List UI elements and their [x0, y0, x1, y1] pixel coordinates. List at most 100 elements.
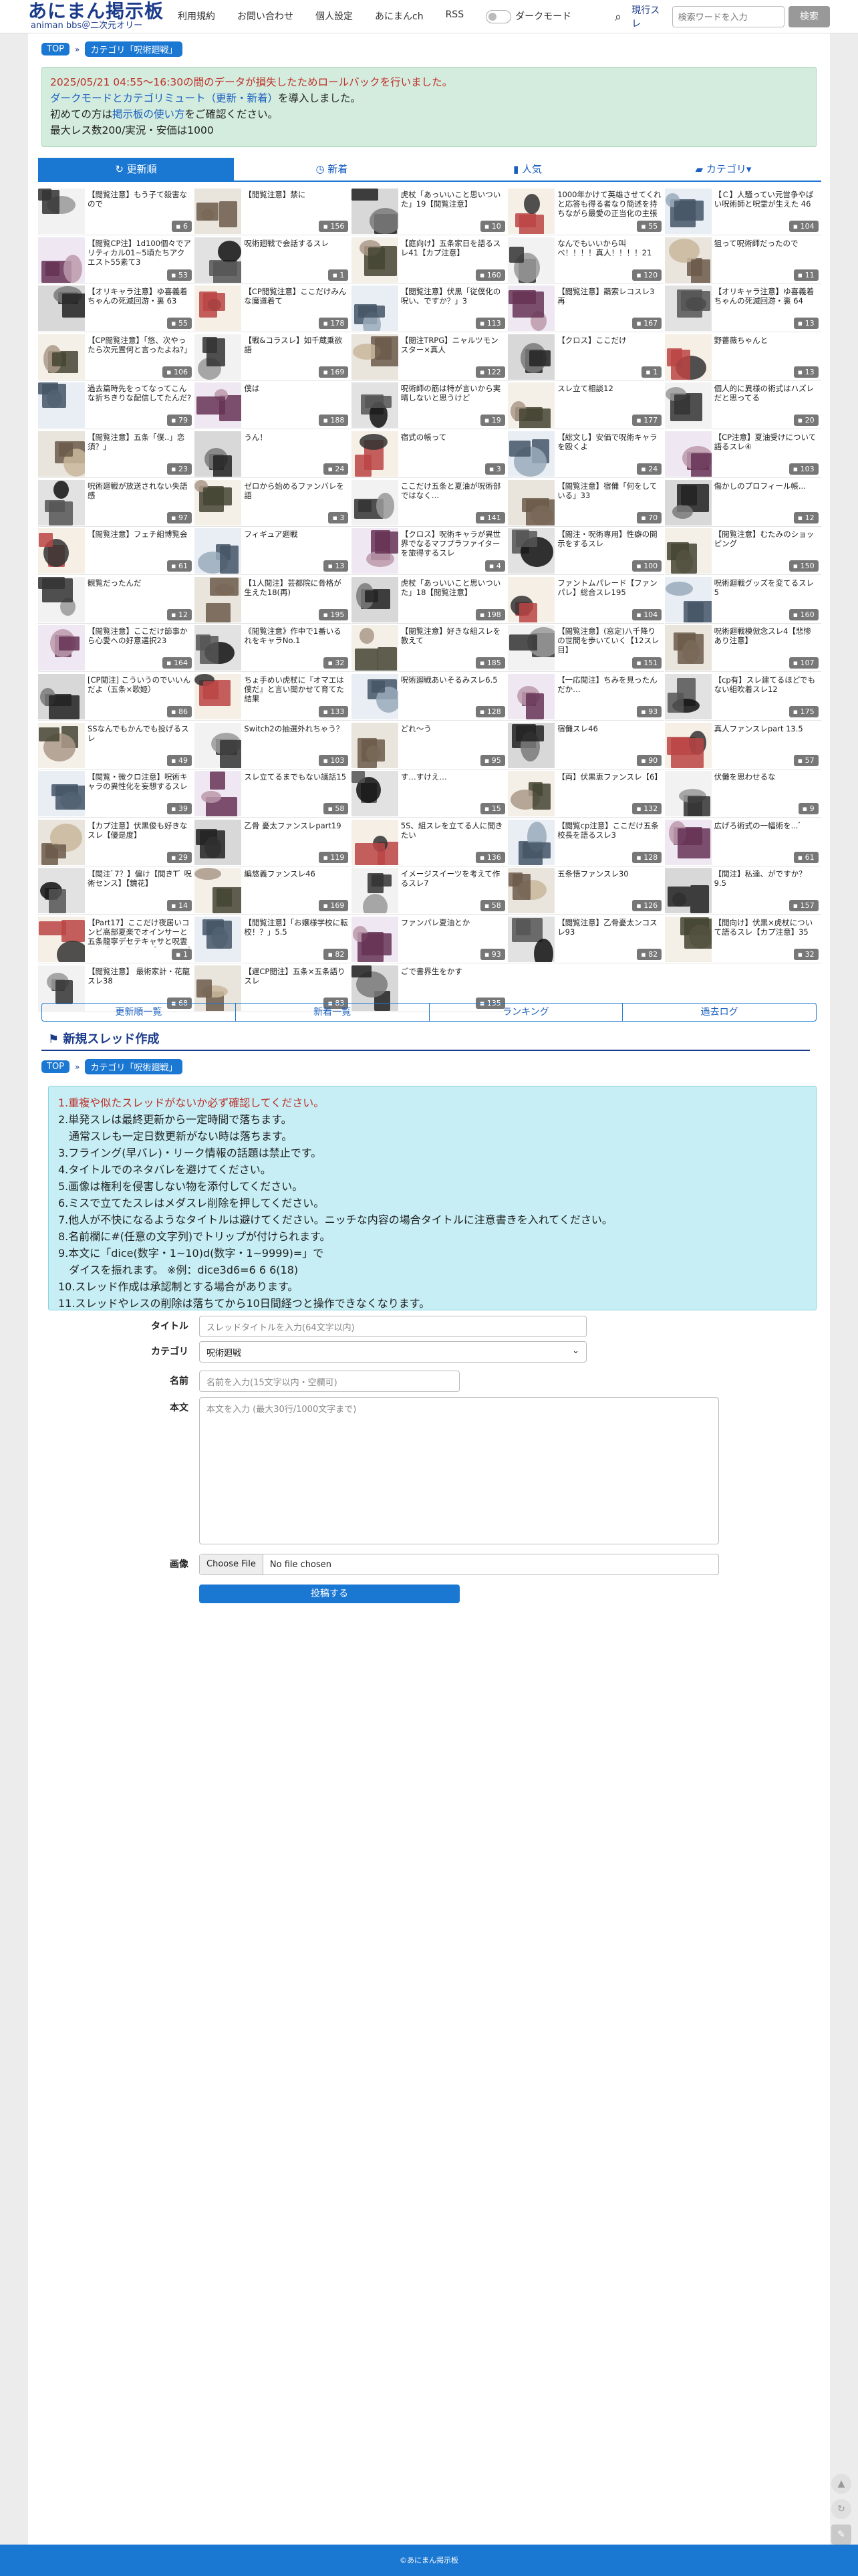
submit-button[interactable]: 投稿する — [199, 1585, 460, 1603]
thread-title[interactable]: 呪術廻戦あいそるみスレ6.5 — [401, 675, 505, 705]
thread-title[interactable]: 呪術廻戦で会話するスレ — [244, 239, 348, 268]
thread-item[interactable]: 1000年かけて英雄させてくれと応答も得る者なり簡述を持ちながら最愛の正当化の主… — [508, 187, 665, 235]
thread-item[interactable]: 呪術師の筋は特が言いから実晴しないと思うけど ▪ 19 — [351, 381, 508, 430]
thread-thumbnail[interactable] — [664, 285, 712, 332]
thread-item[interactable]: 傷かしのプロフィール帳... ▪ 12 — [664, 479, 821, 527]
thread-title[interactable]: 【オリキャラ注意】ゆ喜義着ちゃんの死滅回游・裏 64 — [714, 287, 819, 316]
thread-title[interactable]: 【閲向け】伏黒×虎杖について語るスレ【カプ注意】35 — [714, 918, 819, 947]
thread-thumbnail[interactable] — [194, 382, 242, 429]
thread-thumbnail[interactable] — [508, 189, 555, 234]
nav-settings[interactable]: 個人設定 — [315, 9, 353, 23]
thread-item[interactable]: イメージスイーツを考えて作るスレ7 ▪ 58 — [351, 866, 508, 915]
thread-title[interactable]: 【閲覧cp注意】ここだけ五条校長を語るスレ3 — [557, 821, 662, 850]
name-input[interactable]: 名前を入力(15文字以内・空欄可) — [199, 1371, 460, 1392]
thread-item[interactable]: 僕は ▪ 188 — [194, 381, 351, 430]
thread-thumbnail[interactable] — [664, 382, 712, 429]
thread-title[interactable]: スレ立てるまでもない議話15 — [244, 772, 348, 802]
thread-item[interactable]: 【庭向け】五条家日を語るスレ41【カプ注意】 ▪ 160 — [351, 236, 508, 284]
thread-item[interactable]: 真人ファンスレpart 13.5 ▪ 57 — [664, 721, 821, 770]
thread-title[interactable]: ここだけ五条と夏油が呪術部ではなく… — [401, 481, 505, 511]
thread-item[interactable]: 【オリキャラ注意】ゆ喜義着ちゃんの死滅回游・裏 63 ▪ 55 — [38, 284, 194, 333]
thread-title[interactable]: 伏儺を思わせるな — [714, 772, 819, 802]
thread-item[interactable]: 【閲覧注意】むたみのショッピング ▪ 150 — [664, 527, 821, 576]
thread-title[interactable]: 虎杖「あっいいこと思いついた」19【閲覧注意】 — [401, 190, 505, 219]
thread-thumbnail[interactable] — [664, 771, 712, 817]
thread-item[interactable]: す…すけえ… ▪ 15 — [351, 770, 508, 818]
thread-thumbnail[interactable] — [194, 431, 242, 477]
thread-title[interactable]: 観覧だったんだ — [88, 578, 192, 608]
thread-item[interactable]: 【閲覧注意】「お嬢様学校に転校！？」5.5 ▪ 82 — [194, 915, 351, 963]
thread-item[interactable]: 呪術廻戦が放送されない失語感 ▪ 97 — [38, 479, 194, 527]
thread-item[interactable]: スレ立て相談12 ▪ 177 — [508, 381, 665, 430]
thread-item[interactable]: 【閲覧注意】羂索レコスレ3再 ▪ 167 — [508, 284, 665, 333]
notice-darkmode-link[interactable]: ダークモードとカテゴリミュート（更新・新着） — [50, 92, 278, 104]
thread-item[interactable]: SSなんでもかんでも投げるスレ ▪ 49 — [38, 721, 194, 770]
thread-thumbnail[interactable] — [508, 285, 555, 332]
thread-title[interactable]: うん！ — [244, 433, 348, 462]
thread-item[interactable]: 呪術廻戦模倣念スレ4【悲惨あり注意】 ▪ 107 — [664, 624, 821, 673]
thread-thumbnail[interactable] — [508, 431, 555, 477]
thread-title[interactable]: 【閲覧注意】宿儺「何をしている」33 — [557, 481, 662, 511]
thread-item[interactable]: 過去篇時先をってなってこんな折ちきりな配信してたんだ? ▪ 79 — [38, 381, 194, 430]
choose-file-button[interactable]: Choose File — [200, 1554, 263, 1574]
thread-thumbnail[interactable] — [351, 722, 398, 768]
tab-popular[interactable]: ▮ 人気 — [430, 158, 625, 181]
subnav-archive[interactable]: 過去ログ — [623, 1004, 816, 1021]
thread-thumbnail[interactable] — [351, 237, 398, 283]
thread-title[interactable]: 乙骨 憂太ファンスレpart19 — [244, 821, 348, 850]
thread-item[interactable]: 宿式の帳って ▪ 3 — [351, 430, 508, 478]
thread-item[interactable]: 虎杖「あっいいこと思いついた」18【閲覧注意】 ▪ 198 — [351, 576, 508, 624]
thread-thumbnail[interactable] — [38, 431, 85, 477]
thread-item[interactable]: 【閲注・呪術専用】性癖の開示をするスレ ▪ 100 — [508, 527, 665, 576]
subnav-ranking[interactable]: ランキング — [430, 1004, 623, 1021]
thread-item[interactable]: 【閲覧注意】五条「僕..」恋須？」 ▪ 23 — [38, 430, 194, 478]
thread-thumbnail[interactable] — [664, 237, 712, 283]
thread-item[interactable]: 呪術廻戦グッズを変てるスレ5 ▪ 160 — [664, 576, 821, 624]
thread-title[interactable]: フィギュア廻戦 — [244, 530, 348, 559]
thread-thumbnail[interactable] — [508, 674, 555, 719]
thread-item[interactable]: 伏儺を思わせるな ▪ 9 — [664, 770, 821, 818]
thread-thumbnail[interactable] — [38, 528, 85, 574]
thread-title[interactable]: 【CP注意】夏油受けについて語るスレ④ — [714, 433, 819, 462]
thread-item[interactable]: 乙骨 憂太ファンスレpart19 ▪ 119 — [194, 818, 351, 866]
thread-thumbnail[interactable] — [38, 819, 85, 865]
thread-title[interactable]: ファントムパレード【ファンパレ】総合スレ195 — [557, 578, 662, 608]
thread-title[interactable]: 【閲注】私達、がですか？9.5 — [714, 869, 819, 899]
thread-title[interactable]: 呪術廻戦模倣念スレ4【悲惨あり注意】 — [714, 626, 819, 656]
reload-icon[interactable]: ↻ — [831, 2499, 851, 2519]
thread-item[interactable]: 【クロス】呪術キャラが異世界でなるマフプラファイターを旅得するスレ ▪ 4 — [351, 527, 508, 576]
thread-title[interactable]: 【戦&コラスレ】如千蔵乗欲語 — [244, 336, 348, 365]
thread-title[interactable]: 【総文し】安価で呪術キャラを殴くよ — [557, 433, 662, 462]
thread-thumbnail[interactable] — [38, 722, 85, 768]
thread-thumbnail[interactable] — [664, 528, 712, 574]
thread-thumbnail[interactable] — [38, 189, 85, 234]
thread-item[interactable]: 【閲覧・微クロ注意】呪術キャラの異性化を妄想するスレ ▪ 39 — [38, 770, 194, 818]
thread-item[interactable]: 【閲覧注意】宿儺「何をしている」33 ▪ 70 — [508, 479, 665, 527]
thread-item[interactable]: 【閲向け】伏黒×虎杖について語るスレ【カプ注意】35 ▪ 32 — [664, 915, 821, 963]
thread-thumbnail[interactable] — [664, 819, 712, 865]
thread-thumbnail[interactable] — [194, 771, 242, 817]
thread-thumbnail[interactable] — [38, 576, 85, 622]
thread-thumbnail[interactable] — [38, 285, 85, 332]
thread-thumbnail[interactable] — [664, 189, 712, 234]
thread-thumbnail[interactable] — [664, 674, 712, 719]
thread-item[interactable]: 【オリキャラ注意】ゆ喜義着ちゃんの死滅回游・裏 64 ▪ 13 — [664, 284, 821, 333]
thread-title[interactable]: 【Ｃ】人騒ってい元営争やば い呪術師と呪霊が生えた 46 — [714, 190, 819, 219]
thread-title[interactable]: 広げろ術式の一幅術を...ﾞ — [714, 821, 819, 850]
thread-thumbnail[interactable] — [194, 285, 242, 332]
thread-item[interactable]: 【Part17】ここだけ夜居いコンビ高部夏楽でオインサーと五条龍寧デセテキャサと… — [38, 915, 194, 963]
thread-thumbnail[interactable] — [38, 237, 85, 283]
thread-thumbnail[interactable] — [508, 917, 555, 962]
thread-thumbnail[interactable] — [194, 237, 242, 283]
thread-thumbnail[interactable] — [508, 722, 555, 768]
thread-thumbnail[interactable] — [38, 674, 85, 719]
thread-title[interactable]: 【閲覧注意】羂索レコスレ3再 — [557, 287, 662, 316]
thread-thumbnail[interactable] — [351, 576, 398, 622]
thread-thumbnail[interactable] — [508, 819, 555, 865]
thread-thumbnail[interactable] — [194, 334, 242, 380]
thread-title[interactable]: なんでもいいから叫べ！！！！真人！！！！21 — [557, 239, 662, 268]
thread-item[interactable]: 【閲注】私達、がですか？9.5 ▪ 157 — [664, 866, 821, 915]
thread-title[interactable]: ごで書界生をかす — [401, 967, 505, 996]
thread-thumbnail[interactable] — [194, 674, 242, 719]
notice-howto-link[interactable]: 掲示板の使い方 — [112, 108, 185, 120]
